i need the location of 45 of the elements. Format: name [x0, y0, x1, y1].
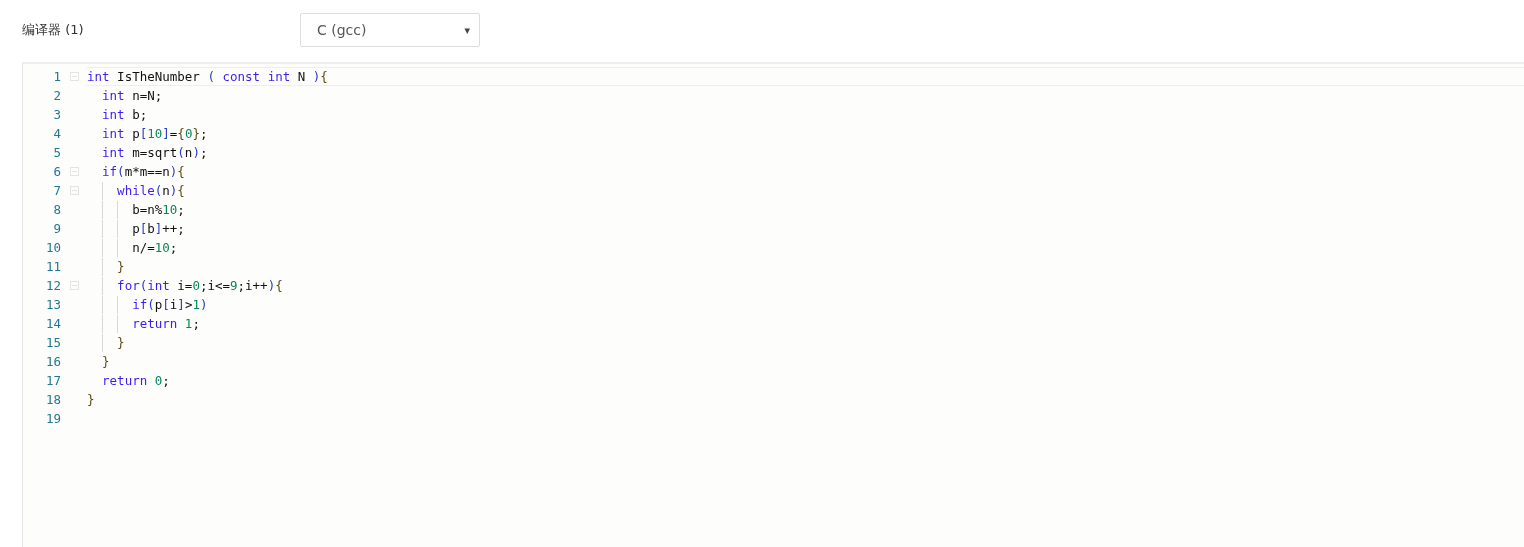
fold-icon[interactable] — [69, 72, 79, 81]
code-line: n/=10; — [131, 240, 178, 255]
code-line: int p[10]={0}; — [101, 126, 208, 141]
code-line: } — [116, 259, 125, 274]
line-number: 18 — [44, 392, 61, 407]
code-line: while(n){ — [116, 183, 185, 198]
line-number: 11 — [44, 259, 61, 274]
line-number: 16 — [44, 354, 61, 369]
code-line: } — [116, 335, 125, 350]
line-number: 13 — [44, 297, 61, 312]
code-line: } — [87, 392, 95, 407]
line-number: 15 — [44, 335, 61, 350]
code-line: int b; — [101, 107, 148, 122]
line-number: 1 — [52, 69, 61, 84]
line-number: 19 — [44, 411, 61, 426]
line-number: 12 — [44, 278, 61, 293]
fold-icon[interactable] — [69, 186, 79, 195]
code-line: return 0; — [101, 373, 170, 388]
code-editor[interactable] — [22, 62, 1524, 547]
caret-icon: ▾ — [464, 23, 470, 37]
compiler-label: 编译器 (1) — [22, 21, 85, 39]
line-number: 8 — [52, 202, 61, 217]
line-number: 17 — [44, 373, 61, 388]
compiler-select[interactable]: C (gcc) ▾ — [300, 13, 480, 47]
code-line: b=n%10; — [131, 202, 185, 217]
code-line: return 1; — [131, 316, 200, 331]
code-line: if(m*m==n){ — [101, 164, 185, 179]
code-line: p[b]++; — [131, 221, 185, 236]
code-line: if(p[i]>1) — [131, 297, 208, 312]
line-number: 10 — [44, 240, 61, 255]
code-line: int m=sqrt(n); — [101, 145, 208, 160]
fold-icon[interactable] — [69, 281, 79, 290]
code-line: for(int i=0;i<=9;i++){ — [116, 278, 283, 293]
code-line: int IsTheNumber ( const int N ){ — [87, 69, 328, 84]
fold-icon[interactable] — [69, 167, 79, 176]
line-number: 6 — [52, 164, 61, 179]
line-number: 2 — [52, 88, 61, 103]
code-line: } — [101, 354, 110, 369]
line-number: 14 — [44, 316, 61, 331]
line-number: 4 — [52, 126, 61, 141]
line-number: 5 — [52, 145, 61, 160]
code-line: int n=N; — [101, 88, 163, 103]
line-number: 9 — [52, 221, 61, 236]
line-number: 7 — [52, 183, 61, 198]
line-number: 3 — [52, 107, 61, 122]
